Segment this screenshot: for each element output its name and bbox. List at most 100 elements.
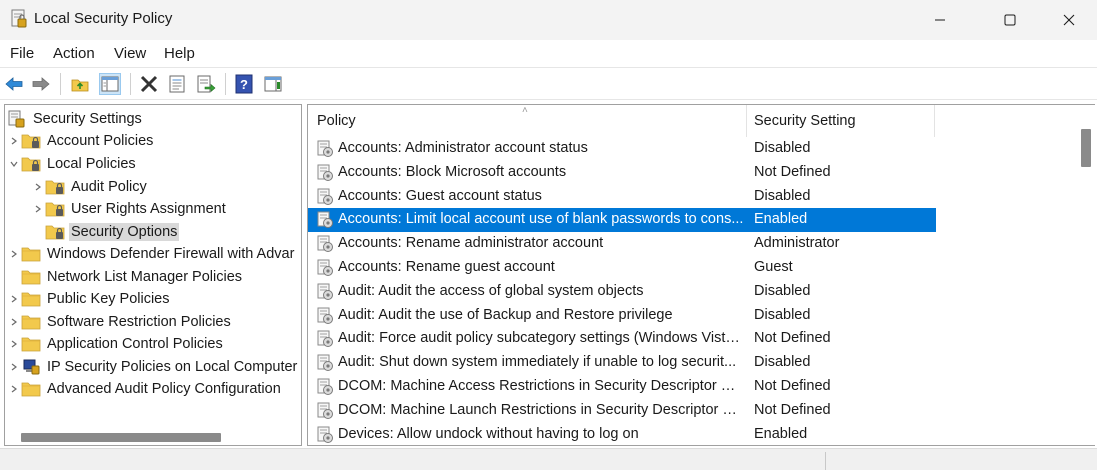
chevron-right-icon [11, 137, 17, 145]
export-list-button[interactable] [195, 73, 217, 95]
status-bar [0, 448, 1097, 470]
help-button[interactable]: ? [233, 73, 255, 95]
up-folder-button[interactable] [69, 73, 91, 95]
menu-bar: File Action View Help [0, 40, 1097, 67]
back-icon [5, 77, 23, 91]
expand-toggle[interactable] [31, 176, 45, 198]
policy-list[interactable]: ˄ Policy Security Setting Accounts: Admi… [307, 104, 1095, 446]
policy-row[interactable]: DCOM: Machine Launch Restrictions in Sec… [308, 399, 936, 423]
tree-item[interactable]: Audit Policy [31, 176, 149, 198]
expand-toggle[interactable] [31, 198, 45, 220]
column-header-security-setting[interactable]: Security Setting [754, 105, 934, 137]
tree-label: Advanced Audit Policy Configuration [47, 381, 281, 397]
policy-row[interactable]: Devices: Allow undock without having to … [308, 423, 936, 445]
policy-row[interactable]: DCOM: Machine Access Restrictions in Sec… [308, 375, 936, 399]
expand-toggle[interactable] [7, 153, 21, 175]
maximize-button[interactable] [987, 0, 1033, 40]
folder-icon [21, 292, 41, 307]
policy-icon [317, 188, 333, 205]
chevron-right-icon [11, 295, 17, 303]
delete-button[interactable] [138, 73, 160, 95]
minimize-icon [935, 19, 945, 21]
locked-folder-icon [21, 157, 41, 172]
policy-row[interactable]: Accounts: Guest account status Disabled [308, 185, 936, 209]
expand-toggle[interactable] [7, 378, 21, 400]
properties-button[interactable] [166, 73, 188, 95]
policy-icon [317, 211, 333, 229]
policy-name: DCOM: Machine Access Restrictions in Sec… [338, 378, 744, 394]
tree-item[interactable]: Account Policies [7, 130, 155, 152]
toolbar: ? [0, 67, 1097, 100]
policy-row[interactable]: Audit: Audit the use of Backup and Resto… [308, 304, 936, 328]
expand-toggle[interactable] [7, 333, 21, 355]
column-separator[interactable] [934, 105, 935, 137]
policy-setting: Not Defined [754, 163, 831, 180]
menu-help[interactable]: Help [164, 45, 195, 62]
tree-item[interactable]: Windows Defender Firewall with Advar [7, 243, 296, 265]
policy-row[interactable]: Accounts: Rename administrator account Ad… [308, 232, 936, 256]
column-separator[interactable] [746, 105, 747, 137]
policy-row[interactable]: Accounts: Limit local account use of bla… [308, 208, 936, 233]
show-hide-tree-button[interactable] [99, 73, 121, 95]
locked-folder-icon [45, 180, 65, 195]
tree-root-security-settings[interactable]: Security Settings [7, 108, 144, 130]
tree-item[interactable]: Network List Manager Policies [7, 266, 244, 288]
expand-toggle[interactable] [7, 130, 21, 152]
expand-toggle[interactable] [7, 311, 21, 333]
ip-security-icon [23, 359, 40, 375]
close-button[interactable] [1046, 0, 1092, 40]
tree-item[interactable]: Security Options [31, 221, 180, 243]
tree-item[interactable]: Public Key Policies [7, 288, 172, 310]
tree-label: Audit Policy [71, 179, 147, 195]
policy-setting: Not Defined [754, 401, 831, 418]
horizontal-scrollbar-thumb[interactable] [21, 433, 221, 442]
column-header-policy[interactable]: Policy [317, 105, 747, 137]
export-list-icon [197, 75, 216, 93]
show-hide-action-pane-button[interactable] [262, 73, 284, 95]
chevron-right-icon [11, 318, 17, 326]
menu-action[interactable]: Action [53, 45, 95, 62]
forward-button[interactable] [30, 73, 52, 95]
tree-item[interactable]: Application Control Policies [7, 333, 225, 355]
console-tree[interactable]: Security Settings Account Policies Local … [4, 104, 302, 446]
policy-setting: Disabled [754, 354, 811, 371]
tree-item[interactable]: IP Security Policies on Local Computer [7, 356, 299, 378]
policy-row[interactable]: Accounts: Block Microsoft accounts Not De… [308, 161, 936, 185]
tree-item[interactable]: User Rights Assignment [31, 198, 228, 220]
policy-row[interactable]: Audit: Shut down system immediately if u… [308, 351, 936, 375]
policy-row[interactable]: Accounts: Administrator account status Di… [308, 137, 936, 161]
folder-icon [21, 337, 41, 352]
expand-toggle[interactable] [7, 356, 21, 378]
tree-label: Security Settings [33, 111, 142, 127]
expand-toggle[interactable] [7, 288, 21, 310]
locked-folder-icon [45, 202, 65, 217]
horizontal-scrollbar[interactable] [5, 429, 301, 445]
tree-item[interactable]: Software Restriction Policies [7, 311, 233, 333]
menu-file[interactable]: File [10, 45, 34, 62]
policy-row[interactable]: Audit: Audit the access of global system… [308, 280, 936, 304]
tree-item[interactable]: Advanced Audit Policy Configuration [7, 378, 283, 400]
show-hide-tree-icon [101, 76, 119, 92]
tree-item[interactable]: Local Policies [7, 153, 138, 175]
policy-icon [317, 307, 333, 324]
tree-label: Local Policies [47, 156, 136, 172]
delete-icon [140, 75, 158, 93]
policy-setting: Not Defined [754, 330, 831, 347]
locked-folder-icon [45, 225, 65, 240]
expand-toggle[interactable] [7, 243, 21, 265]
folder-icon [21, 315, 41, 330]
policy-icon [317, 330, 333, 348]
menu-view[interactable]: View [114, 45, 146, 62]
policy-row[interactable]: Audit: Force audit policy subcategory se… [308, 327, 936, 351]
show-hide-action-pane-icon [264, 76, 282, 92]
policy-row[interactable]: Accounts: Rename guest account Guest [308, 256, 936, 280]
policy-icon [317, 235, 333, 253]
title-bar: Local Security Policy [0, 0, 1097, 40]
tree-label: User Rights Assignment [71, 201, 226, 217]
vertical-scrollbar[interactable] [1077, 105, 1095, 445]
back-button[interactable] [3, 73, 25, 95]
locked-folder-icon [21, 134, 41, 149]
vertical-scrollbar-thumb[interactable] [1081, 129, 1091, 167]
minimize-button[interactable] [917, 0, 963, 40]
policy-setting: Disabled [754, 282, 811, 299]
